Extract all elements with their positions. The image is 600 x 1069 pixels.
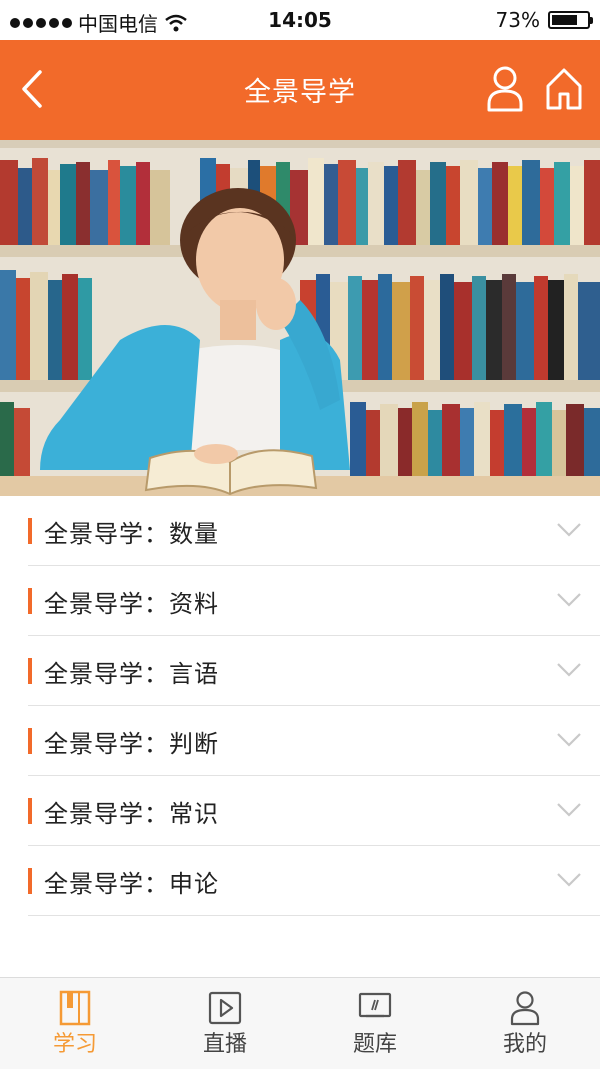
- accent-bar: [28, 868, 32, 894]
- accent-bar: [28, 728, 32, 754]
- chevron-down-icon: [557, 733, 581, 747]
- tab-mine[interactable]: 我的: [450, 978, 600, 1069]
- hero-banner: [0, 140, 600, 496]
- list-item[interactable]: 全景导学：常识: [28, 776, 600, 846]
- battery-level: [552, 15, 577, 25]
- list-item-label: 全景导学：判断: [44, 730, 219, 758]
- list-item[interactable]: 全景导学：申论: [28, 846, 600, 916]
- guide-list: 全景导学：数量 全景导学：资料 全景导学：言语 全景导学：判断 全景导学：常识 …: [28, 496, 600, 916]
- tab-label: 直播: [202, 1032, 247, 1057]
- battery-icon: [548, 11, 593, 29]
- list-item-label: 全景导学：言语: [44, 660, 219, 688]
- tab-label: 题库: [352, 1032, 397, 1057]
- accent-bar: [28, 658, 32, 684]
- list-item[interactable]: 全景导学：言语: [28, 636, 600, 706]
- list-item-label: 全景导学：常识: [44, 800, 219, 828]
- tab-live[interactable]: 直播: [150, 978, 300, 1069]
- tab-bar: 学习 直播 题库 我的: [0, 977, 600, 1069]
- chevron-down-icon: [557, 803, 581, 817]
- status-bar: 中国电信 14:05 73%: [0, 0, 600, 40]
- accent-bar: [28, 798, 32, 824]
- chevron-down-icon: [557, 523, 581, 537]
- accent-bar: [28, 588, 32, 614]
- nav-bar: 全景导学: [0, 40, 600, 140]
- status-right: 73%: [495, 8, 593, 32]
- list-item-label: 全景导学：资料: [44, 590, 219, 618]
- chevron-down-icon: [557, 593, 581, 607]
- chevron-down-icon: [557, 663, 581, 677]
- tab-question-bank[interactable]: 题库: [300, 978, 450, 1069]
- list-item-label: 全景导学：申论: [44, 870, 219, 898]
- book-icon: [59, 990, 91, 1026]
- battery-percent: 73%: [495, 8, 540, 32]
- chevron-down-icon: [557, 873, 581, 887]
- student-reading-photo: [0, 140, 600, 496]
- list-item[interactable]: 全景导学：判断: [28, 706, 600, 776]
- list-item-label: 全景导学：数量: [44, 520, 219, 548]
- user-icon[interactable]: [486, 64, 524, 112]
- tab-label: 我的: [502, 1032, 547, 1057]
- list-item[interactable]: 全景导学：资料: [28, 566, 600, 636]
- accent-bar: [28, 518, 32, 544]
- tab-label: 学习: [52, 1032, 97, 1057]
- home-icon[interactable]: [544, 66, 584, 110]
- list-item[interactable]: 全景导学：数量: [28, 496, 600, 566]
- monitor-icon: [358, 992, 392, 1018]
- tab-study[interactable]: 学习: [0, 978, 150, 1069]
- user-icon: [510, 991, 540, 1026]
- play-icon: [208, 991, 242, 1025]
